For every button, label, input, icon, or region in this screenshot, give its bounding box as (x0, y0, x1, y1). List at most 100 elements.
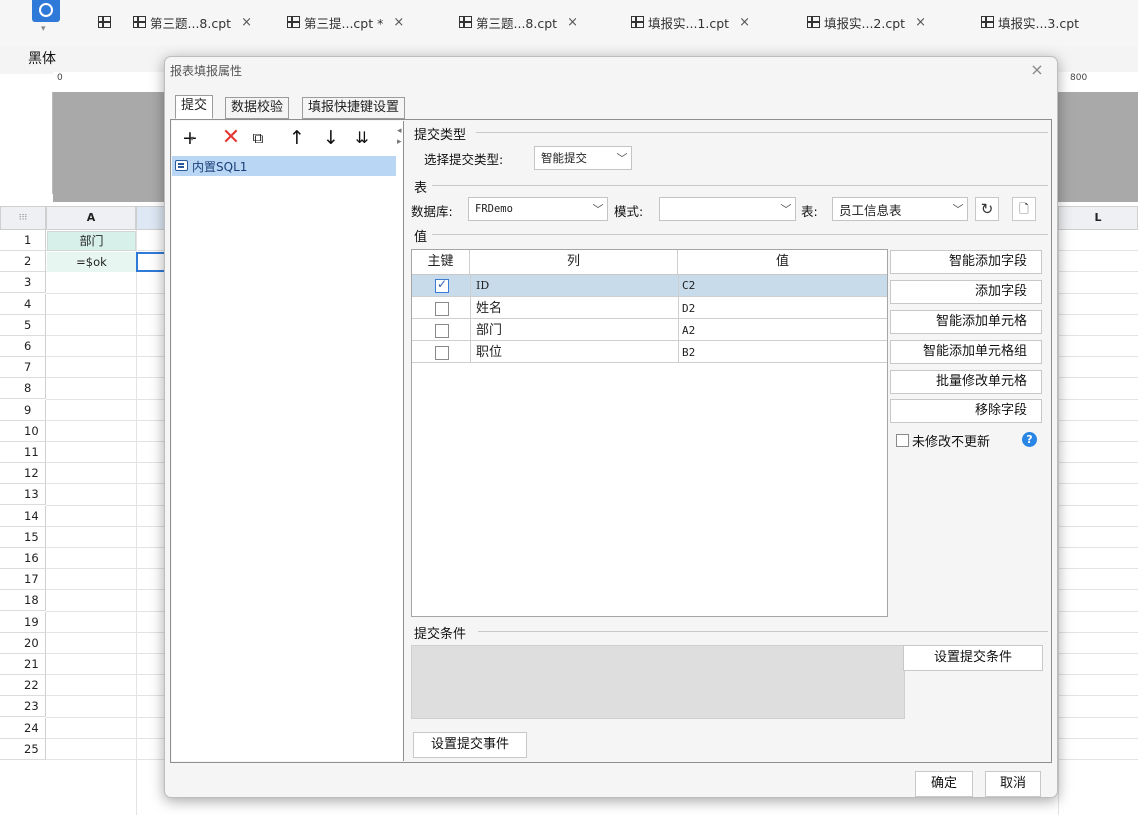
file-tab[interactable]: 第三题...8.cpt × (459, 10, 578, 34)
cell-b2-selected[interactable] (136, 252, 166, 272)
ok-button[interactable]: 确定 (915, 771, 973, 797)
file-tab[interactable]: 填报实...3.cpt (981, 10, 1079, 34)
set-submit-condition-button[interactable]: 设置提交条件 (903, 645, 1043, 671)
database-select[interactable]: FRDemo ﹀ (468, 197, 608, 221)
help-icon[interactable]: ? (1022, 432, 1037, 447)
column-divider (678, 275, 679, 363)
row-header[interactable]: 2 (0, 251, 46, 273)
delete-icon[interactable]: ✕ (221, 127, 241, 149)
submit-type-label: 选择提交类型: (424, 152, 504, 167)
row-header[interactable]: 13 (0, 484, 46, 506)
file-tab[interactable]: 第三题...8.cpt × (133, 10, 252, 34)
select-all-corner[interactable]: ⁝⁝⁝ (0, 206, 46, 230)
section-submit-type: 提交类型 (414, 128, 467, 143)
move-down-icon[interactable]: ↓ (321, 127, 341, 149)
cancel-button[interactable]: 取消 (985, 771, 1041, 797)
close-icon[interactable]: × (1026, 59, 1048, 81)
copy-icon[interactable]: ⧉ (248, 127, 268, 149)
close-tab-icon[interactable]: × (393, 15, 404, 30)
no-update-if-unmodified-label[interactable]: 未修改不更新 (912, 431, 990, 450)
new-tab-icon[interactable] (98, 10, 111, 34)
chevron-down-icon: ﹀ (616, 152, 628, 165)
row-header[interactable]: 7 (0, 357, 46, 379)
submit-type-select[interactable]: 智能提交 ﹀ (534, 146, 632, 170)
column-header-b[interactable] (136, 206, 166, 230)
font-name-select[interactable]: 黑体 (28, 48, 98, 70)
remove-field-button[interactable]: 移除字段 (890, 399, 1042, 423)
column-name-cell: 姓名 (476, 301, 503, 316)
row-header[interactable]: 25 (0, 738, 46, 760)
primary-key-checkbox[interactable] (435, 324, 449, 338)
row-header[interactable]: 10 (0, 420, 46, 442)
divider (432, 234, 1048, 235)
row-header[interactable]: 11 (0, 442, 46, 463)
section-submit-condition: 提交条件 (414, 627, 467, 642)
cell-a1[interactable]: 部门 (47, 231, 136, 251)
row-header[interactable]: 14 (0, 505, 46, 527)
row-header[interactable]: 3 (0, 272, 46, 294)
chevron-down-icon[interactable]: ▾ (41, 24, 46, 34)
row-header[interactable]: 16 (0, 548, 46, 569)
divider (478, 631, 1048, 632)
table-select[interactable]: 员工信息表 ﹀ (832, 197, 968, 221)
move-up-icon[interactable]: ↑ (287, 127, 307, 149)
row-header[interactable]: 12 (0, 463, 46, 485)
file-icon (631, 16, 644, 28)
file-tab[interactable]: 填报实...2.cpt × (807, 10, 926, 34)
close-tab-icon[interactable]: × (241, 15, 252, 30)
submit-list-item-label[interactable]: 内置SQL1 (192, 158, 247, 175)
tab-data-validation[interactable]: 数据校验 (225, 97, 290, 119)
tab-submit[interactable]: 提交 (175, 95, 214, 119)
value-cell[interactable]: B2 (682, 342, 695, 364)
row-header[interactable]: 9 (0, 399, 46, 421)
cell-a2[interactable]: =$ok (47, 252, 136, 272)
value-cell[interactable]: D2 (682, 298, 695, 320)
preview-table-icon[interactable]: 🗋 (1012, 197, 1036, 221)
close-tab-icon[interactable]: × (915, 15, 926, 30)
table-label: 表: (801, 204, 818, 219)
value-cell[interactable]: A2 (682, 320, 695, 342)
row-header[interactable]: 4 (0, 293, 46, 315)
smart-add-field-button[interactable]: 智能添加字段 (890, 250, 1042, 274)
pane-splitter-handle[interactable]: ◂ ▸ (397, 126, 402, 148)
row-header[interactable]: 6 (0, 336, 46, 357)
value-cell[interactable]: C2 (682, 275, 695, 297)
column-header-l[interactable]: L (1058, 206, 1138, 230)
sort-icon[interactable]: ⇊ (352, 127, 372, 149)
smart-add-cell-group-button[interactable]: 智能添加单元格组 (890, 340, 1042, 364)
tab-shortcut-settings[interactable]: 填报快捷键设置 (302, 97, 406, 119)
row-header[interactable]: 23 (0, 696, 46, 718)
file-tab[interactable]: 填报实...1.cpt × (631, 10, 750, 34)
row-header[interactable]: 19 (0, 611, 46, 633)
row-header[interactable]: 17 (0, 569, 46, 591)
set-submit-event-button[interactable]: 设置提交事件 (413, 732, 527, 758)
row-header[interactable]: 20 (0, 632, 46, 654)
primary-key-checkbox[interactable] (435, 302, 449, 316)
column-header-a[interactable]: A (46, 206, 136, 230)
chevron-down-icon[interactable]: ▾ (190, 134, 194, 143)
row-header[interactable]: 22 (0, 675, 46, 697)
row-header[interactable]: 21 (0, 654, 46, 675)
section-value: 值 (414, 230, 428, 245)
row-header[interactable]: 24 (0, 717, 46, 739)
file-tab-active[interactable]: 第三提...cpt * × (287, 10, 404, 34)
app-logo-icon[interactable] (32, 0, 60, 22)
ruler-800-label: 800 (1070, 73, 1088, 83)
refresh-icon[interactable]: ↻ (975, 197, 999, 221)
no-update-if-unmodified-checkbox[interactable] (896, 434, 909, 447)
primary-key-checkbox[interactable] (435, 277, 449, 293)
row-header[interactable]: 5 (0, 314, 46, 336)
database-icon (175, 160, 188, 171)
mode-select[interactable]: ﹀ (659, 197, 796, 221)
row-header[interactable]: 15 (0, 526, 46, 548)
close-tab-icon[interactable]: × (567, 15, 578, 30)
batch-modify-cells-button[interactable]: 批量修改单元格 (890, 370, 1042, 394)
row-header[interactable]: 1 (0, 230, 46, 251)
row-header[interactable]: 8 (0, 378, 46, 400)
ruler-zero-label: 0 (57, 73, 63, 83)
add-field-button[interactable]: 添加字段 (890, 280, 1042, 304)
close-tab-icon[interactable]: × (739, 15, 750, 30)
row-header[interactable]: 18 (0, 590, 46, 612)
primary-key-checkbox[interactable] (435, 346, 449, 360)
smart-add-cell-button[interactable]: 智能添加单元格 (890, 310, 1042, 334)
